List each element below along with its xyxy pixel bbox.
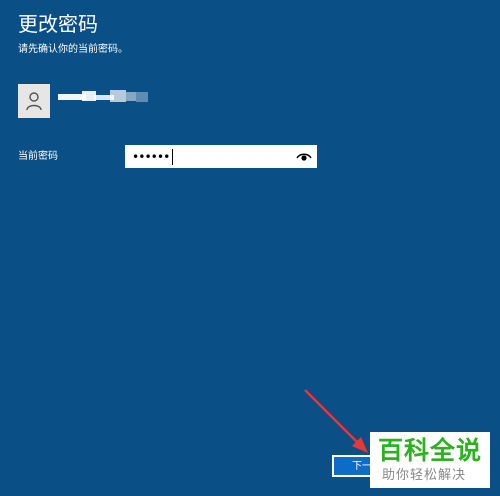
password-field-label: 当前密码 xyxy=(18,151,58,162)
page-title: 更改密码 xyxy=(18,12,98,36)
annotation-arrow xyxy=(304,389,368,453)
username-redacted xyxy=(58,86,150,106)
watermark-logo: 百科全说 助你轻松解决 xyxy=(370,432,490,488)
page-subtitle: 请先确认你的当前密码。 xyxy=(18,44,128,55)
eye-icon[interactable] xyxy=(296,149,312,165)
password-masked-value: •••••• xyxy=(132,150,170,164)
watermark-subtitle: 助你轻松解决 xyxy=(382,468,467,483)
reveal-password-icon xyxy=(296,153,312,161)
watermark-title: 百科全说 xyxy=(378,436,483,465)
current-password-input[interactable]: •••••• xyxy=(125,145,317,168)
person-icon xyxy=(26,92,42,111)
user-avatar-icon xyxy=(18,84,50,118)
text-caret xyxy=(172,149,173,165)
